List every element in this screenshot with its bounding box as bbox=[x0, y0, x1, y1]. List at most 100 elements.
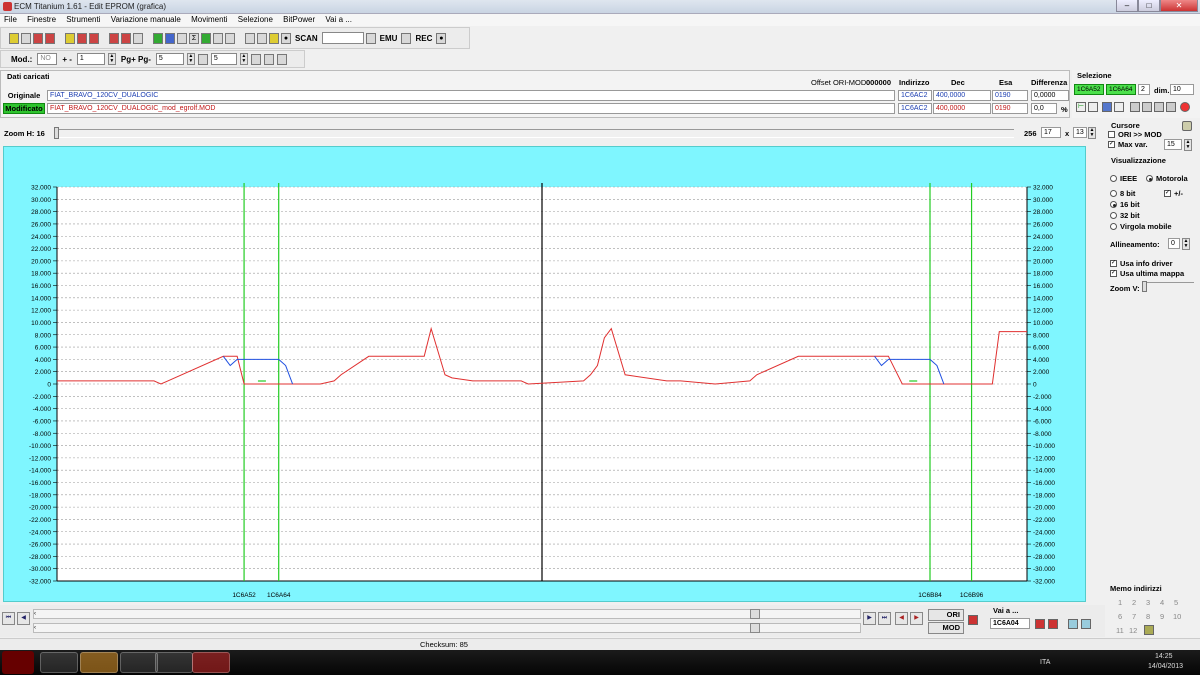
max-var-spinner[interactable]: ▲ ▼ bbox=[1184, 139, 1192, 151]
chip-icon[interactable] bbox=[165, 32, 175, 44]
menu-bitpower[interactable]: BitPower bbox=[279, 14, 319, 25]
zoom-spinner[interactable]: ▲ ▼ bbox=[1088, 127, 1096, 139]
settings-icon[interactable] bbox=[1182, 121, 1192, 131]
taskbar-media[interactable] bbox=[155, 652, 193, 673]
paste-icon[interactable] bbox=[1142, 102, 1152, 112]
chart-icon[interactable] bbox=[213, 32, 223, 44]
modified-scrollbar[interactable]: ‹ bbox=[33, 623, 861, 633]
grid2-icon[interactable] bbox=[263, 53, 274, 65]
record-icon[interactable]: ● bbox=[281, 32, 291, 44]
prev-diff-button[interactable]: ◀ bbox=[895, 612, 908, 625]
swap2-icon[interactable] bbox=[1081, 619, 1091, 629]
swap-icon[interactable] bbox=[1068, 619, 1078, 629]
close-button[interactable]: ✕ bbox=[1160, 0, 1198, 12]
check-icon[interactable] bbox=[109, 32, 119, 44]
virgola-radio[interactable] bbox=[1110, 223, 1117, 230]
ieee-radio[interactable] bbox=[1110, 175, 1117, 182]
next-page-button[interactable]: ▶ bbox=[863, 612, 876, 625]
select-mid-icon[interactable] bbox=[1088, 102, 1098, 112]
zoom-h-slider[interactable] bbox=[54, 127, 1014, 139]
value3-field[interactable]: 5 bbox=[210, 53, 237, 65]
save-as-icon[interactable] bbox=[45, 32, 55, 44]
lang-indicator[interactable]: ITA bbox=[1040, 659, 1050, 666]
usa-ultima-checkbox[interactable]: ✓ bbox=[1110, 270, 1117, 277]
person-icon[interactable] bbox=[269, 32, 279, 44]
emu-label[interactable]: EMU bbox=[378, 34, 400, 43]
next-diff-button[interactable]: ▶ bbox=[910, 612, 923, 625]
select-right-icon[interactable] bbox=[1114, 102, 1124, 112]
menu-vai-a[interactable]: Vai a ... bbox=[321, 14, 356, 25]
home-icon[interactable] bbox=[9, 32, 19, 44]
disk2-icon[interactable] bbox=[89, 32, 99, 44]
select-block-icon[interactable] bbox=[1102, 102, 1112, 112]
map-icon[interactable] bbox=[153, 32, 163, 44]
flag-icon[interactable] bbox=[968, 615, 978, 625]
usa-info-checkbox[interactable]: ✓ bbox=[1110, 260, 1117, 267]
start-button[interactable] bbox=[2, 651, 34, 674]
clock-date[interactable]: 14/04/2013 bbox=[1148, 663, 1183, 670]
plusminus-spinner[interactable]: ▲ ▼ bbox=[107, 53, 116, 65]
signed-checkbox[interactable]: ✓ bbox=[1164, 190, 1171, 197]
prev-page-button[interactable]: ◀ bbox=[17, 612, 30, 625]
memo-5[interactable]: 5 bbox=[1174, 598, 1178, 607]
tool-icon[interactable] bbox=[177, 32, 187, 44]
allineamento-spinner[interactable]: ▲ ▼ bbox=[1182, 238, 1190, 250]
memo-7[interactable]: 7 bbox=[1132, 612, 1136, 621]
mod-field[interactable]: NO bbox=[37, 53, 58, 65]
memo-3[interactable]: 3 bbox=[1146, 598, 1150, 607]
copy-icon[interactable] bbox=[1130, 102, 1140, 112]
maximize-button[interactable]: □ bbox=[1138, 0, 1160, 12]
taskbar-outlook[interactable] bbox=[80, 652, 118, 673]
ori-button[interactable]: ORI bbox=[928, 609, 964, 621]
minimize-button[interactable]: – bbox=[1116, 0, 1138, 12]
allineamento-field[interactable]: 0 bbox=[1168, 238, 1180, 249]
memo-6[interactable]: 6 bbox=[1118, 612, 1122, 621]
selection-count[interactable]: 2 bbox=[1138, 84, 1150, 95]
scan-select[interactable] bbox=[321, 32, 364, 44]
memo-4[interactable]: 4 bbox=[1160, 598, 1164, 607]
paste2-icon[interactable] bbox=[1154, 102, 1164, 112]
zoom-v-thumb[interactable] bbox=[1142, 281, 1147, 292]
modified-scroll-thumb[interactable] bbox=[750, 623, 760, 633]
memo-1[interactable]: 1 bbox=[1118, 598, 1122, 607]
menu-movimenti[interactable]: Movimenti bbox=[187, 14, 231, 25]
vai-a-field[interactable]: 1C6A04 bbox=[990, 618, 1030, 629]
memo-2[interactable]: 2 bbox=[1132, 598, 1136, 607]
memo-8[interactable]: 8 bbox=[1146, 612, 1150, 621]
original-scroll-thumb[interactable] bbox=[750, 609, 760, 619]
goto-ori-icon[interactable] bbox=[1035, 619, 1045, 629]
bit32-radio[interactable] bbox=[1110, 212, 1117, 219]
plusminus-field[interactable]: 1 bbox=[76, 53, 105, 65]
max-var-field[interactable]: 15 bbox=[1164, 139, 1182, 150]
menu-finestre[interactable]: Finestre bbox=[23, 14, 60, 25]
binoculars-icon[interactable] bbox=[225, 32, 235, 44]
disk-icon[interactable] bbox=[77, 32, 87, 44]
memo-12[interactable]: 12 bbox=[1129, 626, 1137, 635]
zoom-val2[interactable]: 17 bbox=[1041, 127, 1061, 138]
rec-label[interactable]: REC bbox=[413, 34, 434, 43]
open-icon[interactable] bbox=[21, 32, 31, 44]
memo-11[interactable]: 11 bbox=[1116, 626, 1124, 635]
taskbar-ecm[interactable] bbox=[192, 652, 230, 673]
compare-icon[interactable] bbox=[121, 32, 131, 44]
dim-field[interactable]: 10 bbox=[1170, 84, 1194, 95]
bit16-radio[interactable] bbox=[1110, 201, 1117, 208]
rec-icon[interactable] bbox=[401, 32, 412, 44]
menu-file[interactable]: File bbox=[0, 14, 21, 25]
emu-icon[interactable] bbox=[365, 32, 376, 44]
sigma-icon[interactable]: Σ bbox=[189, 32, 199, 44]
menu-variazione-manuale[interactable]: Variazione manuale bbox=[107, 14, 185, 25]
lock-icon[interactable] bbox=[257, 32, 267, 44]
graph-icon[interactable] bbox=[201, 32, 211, 44]
save-icon[interactable] bbox=[33, 32, 43, 44]
taskbar-chrome[interactable] bbox=[120, 652, 158, 673]
zoom-val3[interactable]: 13 bbox=[1073, 127, 1087, 138]
first-page-button[interactable]: ⏮ bbox=[2, 612, 15, 625]
print2-icon[interactable] bbox=[276, 53, 287, 65]
page-icon[interactable] bbox=[197, 53, 208, 65]
taskbar-explorer[interactable] bbox=[40, 652, 78, 673]
menu-selezione[interactable]: Selezione bbox=[234, 14, 277, 25]
zoom-v-slider[interactable] bbox=[1142, 281, 1194, 292]
grid-icon[interactable] bbox=[250, 53, 261, 65]
stop-icon[interactable]: ● bbox=[436, 32, 447, 44]
